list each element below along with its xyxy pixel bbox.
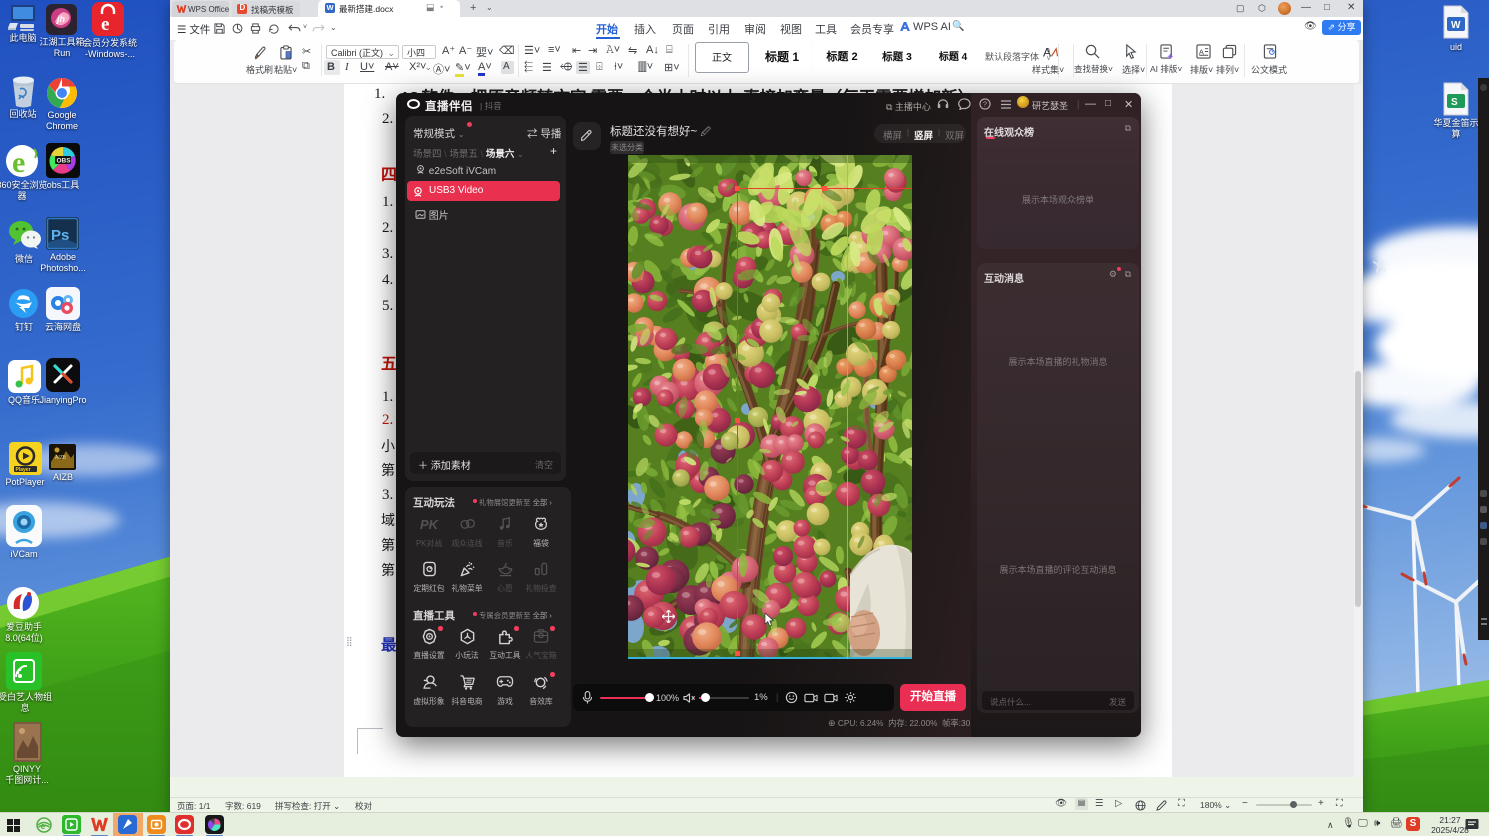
svg-text:AIZB: AIZB (55, 455, 67, 461)
svg-text:S: S (1451, 97, 1458, 108)
svg-text:Player: Player (16, 467, 31, 473)
svg-text:W: W (1451, 20, 1461, 31)
svg-text:e: e (12, 146, 25, 179)
svg-text:jh: jh (56, 14, 66, 24)
svg-text:A: A (1043, 45, 1052, 59)
svg-text:OBS: OBS (57, 158, 72, 165)
svg-text:e: e (41, 821, 46, 831)
svg-text:?: ? (983, 100, 987, 109)
svg-text:e: e (101, 14, 109, 35)
